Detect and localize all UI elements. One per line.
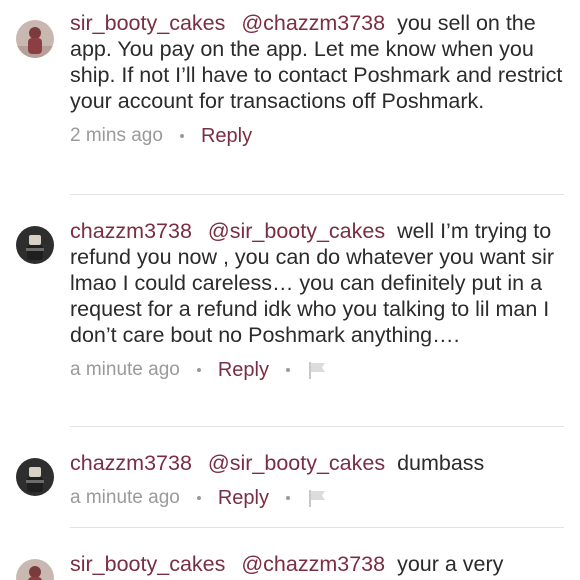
reply-button[interactable]: Reply [218,487,269,510]
dot-separator [196,496,201,500]
comment-text: sir_booty_cakes @chazzm3738 you sell on … [70,10,565,114]
comment-timestamp: a minute ago [70,487,180,508]
avatar[interactable] [16,559,54,580]
flag-icon[interactable] [307,360,329,380]
divider [70,426,564,427]
comment-timestamp: 2 mins ago [70,125,163,146]
comment-text: chazzm3738 @sir_booty_cakes well I’m try… [70,218,565,348]
avatar[interactable] [16,20,54,58]
dot-separator [179,134,184,138]
divider [70,527,564,528]
comment-username[interactable]: sir_booty_cakes [70,11,225,35]
comment-mention[interactable]: @sir_booty_cakes [208,451,385,475]
comment-body: sir_booty_cakes @chazzm3738 your a very [70,551,565,577]
avatar-image [16,20,54,58]
comment-username[interactable]: chazzm3738 [70,451,192,475]
comment-username[interactable]: sir_booty_cakes [70,552,225,576]
comment-body: chazzm3738 @sir_booty_cakes dumbass a mi… [70,450,565,511]
comment-mention[interactable]: @chazzm3738 [241,11,385,35]
comment-body: sir_booty_cakes @chazzm3738 you sell on … [70,10,565,149]
reply-button[interactable]: Reply [201,125,252,148]
comment-message: your a very [397,552,504,576]
dot-separator [196,368,201,372]
comment-text: chazzm3738 @sir_booty_cakes dumbass [70,450,565,476]
avatar-image [16,226,54,264]
comment-meta: 2 mins ago Reply [70,123,565,149]
comment-meta: a minute ago Reply [70,485,565,511]
comment-meta: a minute ago Reply [70,357,565,383]
avatar[interactable] [16,458,54,496]
comment-mention[interactable]: @chazzm3738 [241,552,385,576]
comment-timestamp: a minute ago [70,359,180,380]
dot-separator [286,368,290,372]
comment-text: sir_booty_cakes @chazzm3738 your a very [70,551,565,577]
avatar-image [16,458,54,496]
comment-thread: sir_booty_cakes @chazzm3738 you sell on … [0,0,580,580]
comment-username[interactable]: chazzm3738 [70,219,192,243]
flag-icon[interactable] [307,488,329,508]
comment-mention[interactable]: @sir_booty_cakes [208,219,385,243]
avatar-image [16,559,54,580]
avatar[interactable] [16,226,54,264]
dot-separator [286,496,290,500]
reply-button[interactable]: Reply [218,359,269,382]
divider [70,194,564,195]
comment-body: chazzm3738 @sir_booty_cakes well I’m try… [70,218,565,383]
comment-message: dumbass [397,451,485,475]
